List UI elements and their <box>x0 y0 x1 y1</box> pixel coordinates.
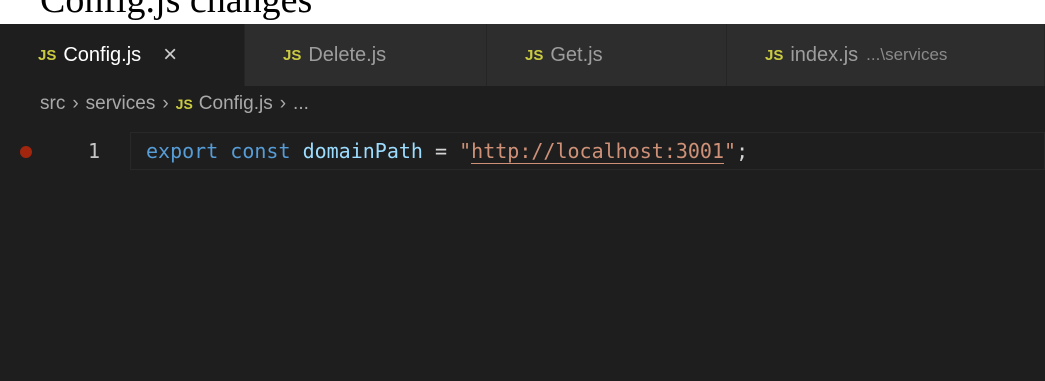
js-file-icon: JS <box>765 46 784 64</box>
js-file-icon: JS <box>283 46 302 64</box>
tab-config-js[interactable]: JS Config.js × <box>0 24 245 86</box>
tab-delete-js[interactable]: JS Delete.js <box>245 24 487 86</box>
tab-index-js[interactable]: JS index.js ...\services <box>727 24 1045 86</box>
js-file-icon: JS <box>38 46 57 64</box>
chevron-right-icon: › <box>162 93 169 114</box>
operator: = <box>422 139 460 163</box>
keyword-const: const <box>230 139 291 163</box>
js-file-icon: JS <box>525 46 544 64</box>
tab-label: Get.js <box>550 43 603 66</box>
quote-open: " <box>459 139 472 163</box>
cropped-heading-text: Config.js changes <box>40 0 313 21</box>
breadcrumb-item-services[interactable]: services <box>86 93 156 115</box>
tab-bar: JS Config.js × JS Delete.js JS Get.js JS… <box>0 24 1045 86</box>
tab-path-suffix: ...\services <box>866 45 948 64</box>
code-area[interactable]: 1 export const domainPath = "http://loca… <box>0 122 1045 381</box>
string-url: http://localhost:3001 <box>471 139 725 164</box>
breakpoint-icon[interactable] <box>20 146 32 158</box>
breadcrumb-item-file[interactable]: Config.js <box>199 93 273 115</box>
tab-label: Delete.js <box>308 43 387 66</box>
chevron-right-icon: › <box>72 93 79 114</box>
code-line[interactable]: 1 export const domainPath = "http://loca… <box>0 132 1045 172</box>
line-number: 1 <box>87 139 100 163</box>
breadcrumb-symbols[interactable]: ... <box>293 93 309 115</box>
js-file-icon: JS <box>175 96 193 112</box>
tab-label: index.js <box>790 43 859 66</box>
chevron-right-icon: › <box>279 93 287 114</box>
cropped-heading: Config.js changes <box>0 0 1045 24</box>
keyword-export: export <box>146 139 219 163</box>
tab-get-js[interactable]: JS Get.js <box>487 24 727 86</box>
breadcrumb: src › services › JS Config.js › ... <box>0 86 1045 122</box>
quote-close: " <box>724 139 737 163</box>
semicolon: ; <box>736 139 749 163</box>
tab-label: Config.js <box>63 43 142 66</box>
code-text[interactable]: export const domainPath = "http://localh… <box>146 139 749 164</box>
identifier: domainPath <box>302 139 423 163</box>
code-editor: JS Config.js × JS Delete.js JS Get.js JS… <box>0 24 1045 381</box>
close-icon[interactable]: × <box>163 43 177 67</box>
breadcrumb-item-src[interactable]: src <box>40 93 65 115</box>
